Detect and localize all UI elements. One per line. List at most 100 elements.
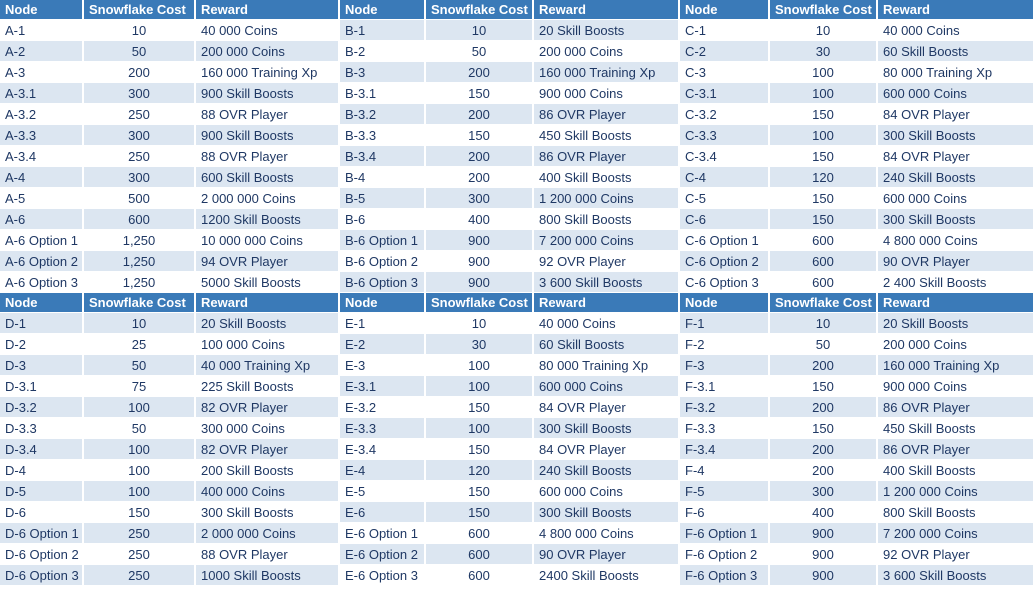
group-b: Node Snowflake Cost Reward B-1 10 20 Skill Bo… <box>340 0 680 293</box>
cell-snowflake-cost: 100 <box>770 62 878 83</box>
cell-reward: 300 Skill Boosts <box>196 502 340 523</box>
table-row: A-1 10 40 000 Coins <box>0 20 340 41</box>
cell-reward: 400 Skill Boosts <box>878 460 1033 481</box>
table-row: A-3.1 300 900 Skill Boosts <box>0 83 340 104</box>
cell-reward: 86 OVR Player <box>534 104 680 125</box>
cell-reward: 84 OVR Player <box>534 397 680 418</box>
cell-reward: 900 000 Coins <box>534 83 680 104</box>
table-row: B-5 300 1 200 000 Coins <box>340 188 680 209</box>
cell-snowflake-cost: 100 <box>84 397 196 418</box>
table-row: E-1 10 40 000 Coins <box>340 313 680 334</box>
cell-reward: 100 000 Coins <box>196 334 340 355</box>
cell-reward: 600 000 Coins <box>534 481 680 502</box>
table-row: D-4 100 200 Skill Boosts <box>0 460 340 481</box>
table-header-row: Node Snowflake Cost Reward <box>0 0 340 20</box>
cell-snowflake-cost: 600 <box>426 565 534 586</box>
cell-snowflake-cost: 600 <box>426 523 534 544</box>
cell-node: E-6 Option 2 <box>340 544 426 565</box>
table-row: B-6 Option 1 900 7 200 000 Coins <box>340 230 680 251</box>
cell-node: F-3.3 <box>680 418 770 439</box>
cell-reward: 84 OVR Player <box>878 104 1033 125</box>
cell-reward: 92 OVR Player <box>878 544 1033 565</box>
cell-node: B-3 <box>340 62 426 83</box>
table-row: D-3.3 50 300 000 Coins <box>0 418 340 439</box>
table-row: C-2 30 60 Skill Boosts <box>680 41 1033 62</box>
column-header-node: Node <box>0 293 84 313</box>
column-header-snowflake-cost: Snowflake Cost <box>426 293 534 313</box>
table-row: C-3.3 100 300 Skill Boosts <box>680 125 1033 146</box>
cell-snowflake-cost: 50 <box>84 355 196 376</box>
cell-snowflake-cost: 900 <box>426 230 534 251</box>
cell-snowflake-cost: 900 <box>426 272 534 293</box>
cell-snowflake-cost: 100 <box>84 481 196 502</box>
cell-node: A-6 <box>0 209 84 230</box>
cell-snowflake-cost: 200 <box>426 167 534 188</box>
cell-snowflake-cost: 150 <box>770 418 878 439</box>
cell-node: E-3.2 <box>340 397 426 418</box>
cell-snowflake-cost: 50 <box>770 334 878 355</box>
column-header-reward: Reward <box>196 0 340 20</box>
cell-snowflake-cost: 600 <box>770 251 878 272</box>
cell-node: C-3 <box>680 62 770 83</box>
column-header-snowflake-cost: Snowflake Cost <box>770 293 878 313</box>
table-row: F-6 Option 2 900 92 OVR Player <box>680 544 1033 565</box>
cell-node: E-3.3 <box>340 418 426 439</box>
cell-reward: 240 Skill Boosts <box>878 167 1033 188</box>
cell-reward: 1 200 000 Coins <box>534 188 680 209</box>
cell-reward: 88 OVR Player <box>196 544 340 565</box>
cell-reward: 300 Skill Boosts <box>534 502 680 523</box>
table-row: C-4 120 240 Skill Boosts <box>680 167 1033 188</box>
cell-node: F-4 <box>680 460 770 481</box>
cell-reward: 800 Skill Boosts <box>534 209 680 230</box>
cell-snowflake-cost: 200 <box>426 62 534 83</box>
cell-reward: 400 000 Coins <box>196 481 340 502</box>
cell-snowflake-cost: 250 <box>84 544 196 565</box>
table-row: F-1 10 20 Skill Boosts <box>680 313 1033 334</box>
cell-node: A-3.3 <box>0 125 84 146</box>
cell-reward: 2 400 Skill Boosts <box>878 272 1033 293</box>
cell-reward: 240 Skill Boosts <box>534 460 680 481</box>
cell-snowflake-cost: 400 <box>426 209 534 230</box>
cell-node: F-6 Option 3 <box>680 565 770 586</box>
table-row: C-6 Option 3 600 2 400 Skill Boosts <box>680 272 1033 293</box>
table-row: F-3 200 160 000 Training Xp <box>680 355 1033 376</box>
cell-node: D-2 <box>0 334 84 355</box>
table-row: F-2 50 200 000 Coins <box>680 334 1033 355</box>
snowflake-reward-tables: Node Snowflake Cost Reward A-1 10 40 000 Coin… <box>0 0 1033 591</box>
cell-snowflake-cost: 600 <box>770 272 878 293</box>
cell-reward: 160 000 Training Xp <box>878 355 1033 376</box>
block-def: Node Snowflake Cost Reward D-1 10 20 Skill Bo… <box>0 293 1033 586</box>
table-row: E-5 150 600 000 Coins <box>340 481 680 502</box>
cell-reward: 300 Skill Boosts <box>878 209 1033 230</box>
cell-reward: 80 000 Training Xp <box>878 62 1033 83</box>
group-f: Node Snowflake Cost Reward F-1 10 20 Skill Bo… <box>680 293 1033 586</box>
cell-snowflake-cost: 500 <box>84 188 196 209</box>
cell-node: B-5 <box>340 188 426 209</box>
cell-node: E-3.4 <box>340 439 426 460</box>
cell-snowflake-cost: 250 <box>84 565 196 586</box>
cell-node: E-4 <box>340 460 426 481</box>
cell-node: E-3 <box>340 355 426 376</box>
cell-snowflake-cost: 150 <box>426 397 534 418</box>
table-row: E-6 Option 2 600 90 OVR Player <box>340 544 680 565</box>
table-row: D-3.2 100 82 OVR Player <box>0 397 340 418</box>
cell-reward: 450 Skill Boosts <box>534 125 680 146</box>
cell-snowflake-cost: 200 <box>426 146 534 167</box>
cell-node: F-3 <box>680 355 770 376</box>
cell-node: B-6 <box>340 209 426 230</box>
cell-node: D-5 <box>0 481 84 502</box>
cell-node: C-4 <box>680 167 770 188</box>
cell-node: A-6 Option 1 <box>0 230 84 251</box>
cell-reward: 225 Skill Boosts <box>196 376 340 397</box>
cell-node: A-6 Option 3 <box>0 272 84 293</box>
column-header-snowflake-cost: Snowflake Cost <box>84 293 196 313</box>
table-row: E-3.3 100 300 Skill Boosts <box>340 418 680 439</box>
cell-reward: 900 000 Coins <box>878 376 1033 397</box>
table-row: A-6 600 1200 Skill Boosts <box>0 209 340 230</box>
cell-node: F-5 <box>680 481 770 502</box>
cell-reward: 4 800 000 Coins <box>534 523 680 544</box>
cell-snowflake-cost: 50 <box>84 418 196 439</box>
cell-snowflake-cost: 30 <box>770 41 878 62</box>
cell-snowflake-cost: 10 <box>426 313 534 334</box>
cell-reward: 3 600 Skill Boosts <box>534 272 680 293</box>
